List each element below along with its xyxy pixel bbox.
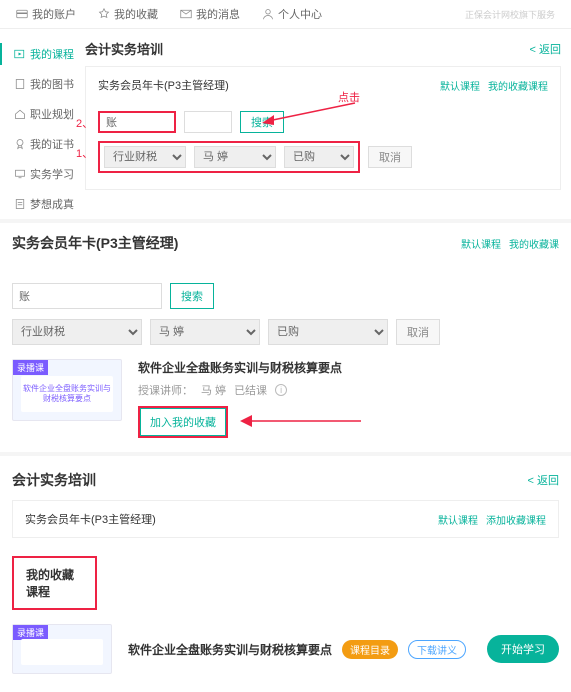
course-ended: 已结课: [234, 382, 267, 398]
search-input[interactable]: [98, 111, 176, 133]
sidebar-item-dream[interactable]: 梦想成真: [14, 189, 85, 219]
select-status[interactable]: 已购: [284, 146, 354, 168]
panel3-heading: 会计实务培训: [12, 470, 96, 490]
panel1-subtitle: 实务会员年卡(P3主管经理): [98, 77, 229, 93]
mail-icon: [180, 8, 192, 20]
course-catalog-pill[interactable]: 课程目录: [342, 640, 398, 659]
thumb-text: 软件企业全盘账务实训与财税核算要点: [21, 376, 113, 412]
sidebar-item-books[interactable]: 我的图书: [14, 69, 85, 99]
back-link[interactable]: < 返回: [528, 472, 559, 488]
thumb-text: [21, 639, 103, 665]
medal-icon: [14, 138, 26, 150]
star-icon: [98, 8, 110, 20]
topnav-item-favorites[interactable]: 我的收藏: [98, 6, 158, 22]
sidebar-label: 实务学习: [30, 166, 74, 182]
search-input[interactable]: [12, 283, 162, 309]
annotation-num-1: 1、: [76, 145, 93, 161]
tv-icon: [14, 168, 26, 180]
sidebar-item-courses[interactable]: 我的课程: [14, 39, 85, 69]
sidebar-label: 我的课程: [30, 46, 74, 62]
sidebar-item-career[interactable]: 职业规划: [14, 99, 85, 129]
book-icon: [14, 78, 26, 90]
home-icon: [14, 108, 26, 120]
select-teacher[interactable]: 马 婷: [150, 319, 260, 345]
default-course-link[interactable]: 默认课程: [440, 78, 480, 93]
course-thumbnail[interactable]: 录播课: [12, 624, 112, 674]
search-input2[interactable]: [184, 111, 232, 133]
doc-icon: [14, 198, 26, 210]
video-icon: [14, 48, 26, 60]
start-learning-button[interactable]: 开始学习: [487, 635, 559, 663]
back-link[interactable]: < 返回: [530, 41, 561, 57]
brand-note: 正保会计网校旗下服务: [465, 8, 555, 21]
download-notes-pill[interactable]: 下载讲义: [408, 640, 466, 659]
my-fav-course-link[interactable]: 我的收藏课: [509, 236, 559, 251]
cancel-button[interactable]: 取消: [396, 319, 440, 345]
panel2-title: 实务会员年卡(P3主管经理): [12, 233, 178, 253]
panel1-heading: 会计实务培训: [85, 39, 163, 58]
teacher-name: 马 婷: [201, 382, 226, 398]
panel3-subtitle: 实务会员年卡(P3主管经理): [25, 511, 156, 527]
topnav-label: 我的账户: [32, 6, 76, 22]
topnav-label: 我的消息: [196, 6, 240, 22]
sidebar: 我的课程 我的图书 职业规划 我的证书 实务学习 梦想成真: [0, 29, 85, 219]
annotation-click-label: 点击: [338, 89, 360, 105]
add-fav-course-link[interactable]: 添加收藏课程: [486, 512, 546, 527]
topnav-item-messages[interactable]: 我的消息: [180, 6, 240, 22]
topnav-label: 我的收藏: [114, 6, 158, 22]
course-thumbnail[interactable]: 录播课 软件企业全盘账务实训与财税核算要点: [12, 359, 122, 421]
course-title: 软件企业全盘账务实训与财税核算要点: [138, 359, 342, 376]
sidebar-label: 我的证书: [30, 136, 74, 152]
default-course-link[interactable]: 默认课程: [461, 236, 501, 251]
sidebar-label: 职业规划: [30, 106, 74, 122]
card-icon: [16, 8, 28, 20]
cancel-button[interactable]: 取消: [368, 146, 412, 168]
select-category[interactable]: 行业财税: [104, 146, 186, 168]
select-teacher[interactable]: 马 婷: [194, 146, 276, 168]
select-category[interactable]: 行业财税: [12, 319, 142, 345]
select-status[interactable]: 已购: [268, 319, 388, 345]
topnav-label: 个人中心: [278, 6, 322, 22]
search-button[interactable]: 搜索: [170, 283, 214, 309]
my-fav-course-link[interactable]: 我的收藏课程: [488, 78, 548, 93]
top-nav: 我的账户 我的收藏 我的消息 个人中心 正保会计网校旗下服务: [0, 0, 571, 29]
info-icon[interactable]: i: [275, 384, 287, 396]
sidebar-item-practice[interactable]: 实务学习: [14, 159, 85, 189]
course-title: 软件企业全盘账务实训与财税核算要点: [128, 641, 332, 658]
sidebar-item-certs[interactable]: 我的证书: [14, 129, 85, 159]
topnav-item-profile[interactable]: 个人中心: [262, 6, 322, 22]
my-favorites-heading: 我的收藏课程: [12, 556, 97, 610]
search-button[interactable]: 搜索: [240, 111, 284, 133]
topnav-item-account[interactable]: 我的账户: [16, 6, 76, 22]
thumb-badge: 录播课: [13, 360, 48, 375]
thumb-badge: 录播课: [13, 625, 48, 640]
annotation-num-2: 2、: [76, 115, 93, 131]
default-course-link[interactable]: 默认课程: [438, 512, 478, 527]
sidebar-label: 我的图书: [30, 76, 74, 92]
teacher-label: 授课讲师：: [138, 382, 193, 398]
user-icon: [262, 8, 274, 20]
sidebar-label: 梦想成真: [30, 196, 74, 212]
add-favorite-button[interactable]: 加入我的收藏: [138, 406, 228, 438]
